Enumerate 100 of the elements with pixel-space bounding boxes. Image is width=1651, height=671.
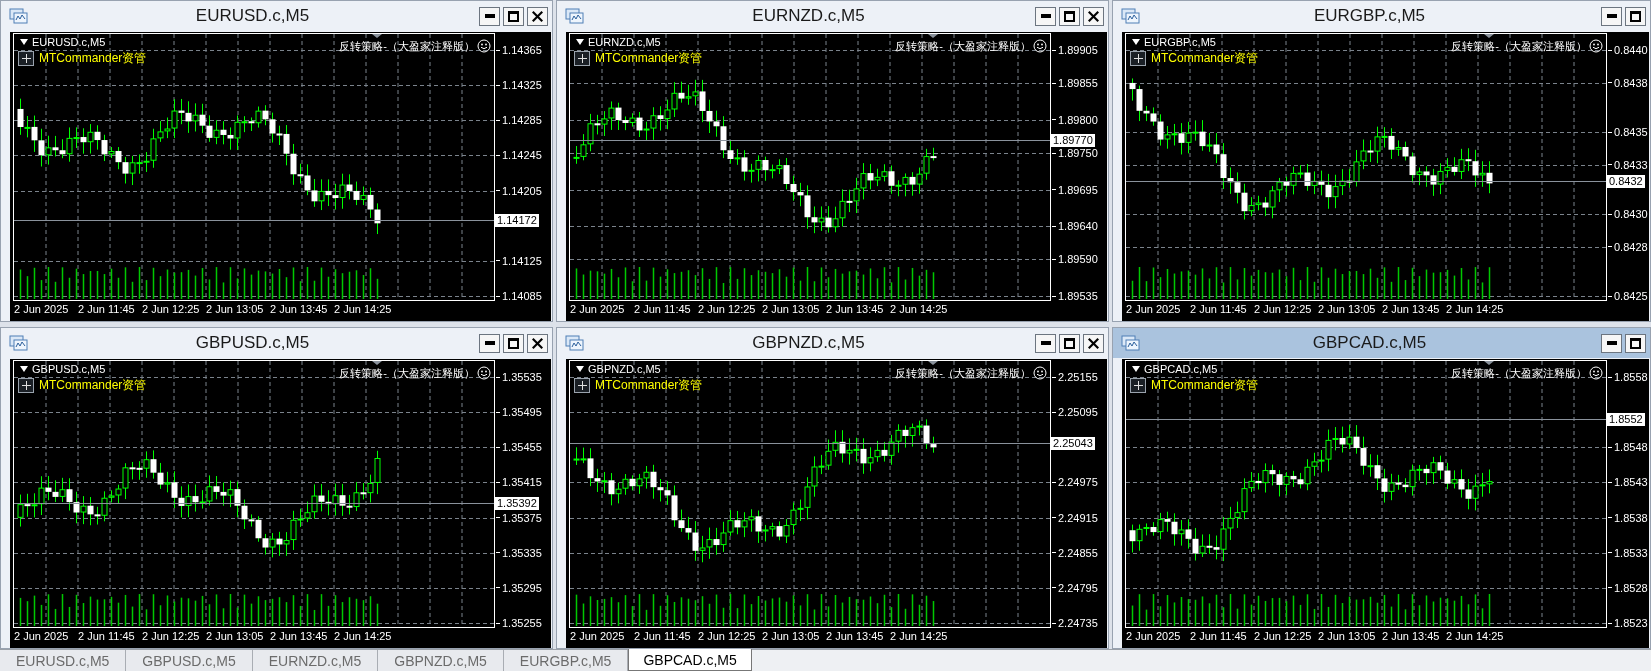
price-label: 0.8438: [1614, 76, 1648, 89]
chart-symbol-label: EURUSD.c,M5: [32, 36, 106, 48]
window-title: GBPUSD.c,M5: [194, 333, 311, 353]
time-label: 2 Jun 13:05: [1318, 629, 1377, 644]
panel-label: MTCommander资管: [1151, 50, 1259, 67]
time-label: 2 Jun 14:25: [334, 302, 393, 317]
window-title: EURUSD.c,M5: [194, 6, 311, 26]
time-label: 2 Jun 12:25: [1254, 629, 1313, 644]
time-label: 2 Jun 14:25: [890, 302, 949, 317]
price-label: 2.24855: [1058, 546, 1098, 559]
chart-tab[interactable]: GBPCAD.c,M5: [628, 649, 752, 671]
chart-tab[interactable]: EURGBP.c,M5: [503, 650, 629, 671]
time-label: 2 Jun 12:25: [1254, 302, 1313, 317]
price-label: 1.89905: [1058, 44, 1098, 56]
chart-tab[interactable]: GBPUSD.c,M5: [126, 650, 253, 671]
price-label: 1.14125: [502, 254, 542, 267]
panel-label: MTCommander资管: [595, 50, 703, 67]
current-price-label: 0.8432: [1607, 175, 1645, 188]
time-label: 2 Jun 13:45: [270, 302, 329, 317]
time-label: 2 Jun 2025: [1126, 302, 1182, 317]
price-label: 1.89695: [1058, 183, 1098, 196]
expert-name: 反转策略-（大盈家注释版）: [895, 366, 1031, 380]
price-label: 1.89800: [1058, 113, 1098, 126]
current-price-label: 1.89770: [1051, 134, 1095, 147]
chart-symbol-label: EURNZD.c,M5: [588, 36, 661, 48]
price-label: 1.35415: [502, 476, 542, 489]
window-title: GBPNZD.c,M5: [751, 333, 866, 353]
time-label: 2 Jun 2025: [14, 302, 70, 317]
time-label: 2 Jun 14:25: [1446, 629, 1505, 644]
chart-tab[interactable]: EURNZD.c,M5: [252, 650, 379, 671]
time-label: 2 Jun 2025: [1126, 629, 1182, 644]
price-label: 1.89640: [1058, 220, 1098, 233]
price-label: 1.35375: [502, 511, 542, 524]
price-label: 1.89750: [1058, 147, 1098, 160]
expert-name: 反转策略-（大盈家注释版）: [1451, 366, 1587, 380]
price-label: 0.8440: [1614, 44, 1648, 56]
time-label: 2 Jun 12:25: [698, 629, 757, 644]
time-label: 2 Jun 2025: [570, 629, 626, 644]
current-price-label: 1.35392: [495, 497, 539, 510]
time-label: 2 Jun 13:05: [206, 302, 265, 317]
time-label: 2 Jun 13:45: [270, 629, 329, 644]
price-label: 1.14365: [502, 44, 542, 56]
time-label: 2 Jun 12:25: [142, 629, 201, 644]
price-label: 1.8523: [1614, 617, 1648, 629]
time-label: 2 Jun 13:05: [206, 629, 265, 644]
window-title: GBPCAD.c,M5: [1311, 333, 1428, 353]
time-label: 2 Jun 11:45: [1190, 302, 1248, 317]
price-label: 1.8528: [1614, 581, 1648, 594]
price-label: 1.35495: [502, 406, 542, 419]
expert-name: 反转策略-（大盈家注释版）: [895, 39, 1031, 53]
expert-name: 反转策略-（大盈家注释版）: [339, 39, 475, 53]
price-label: 1.14085: [502, 290, 542, 302]
expert-name: 反转策略-（大盈家注释版）: [339, 366, 475, 380]
price-label: 1.8538: [1614, 511, 1648, 524]
panel-label: MTCommander资管: [39, 377, 147, 394]
price-label: 2.24975: [1058, 476, 1098, 489]
window-title: EURGBP.c,M5: [1312, 6, 1427, 26]
chart-tab[interactable]: GBPNZD.c,M5: [378, 650, 504, 671]
time-label: 2 Jun 11:45: [634, 629, 692, 644]
price-label: 0.8428: [1614, 240, 1648, 253]
panel-label: MTCommander资管: [39, 50, 147, 67]
price-label: 1.89855: [1058, 77, 1098, 90]
price-label: 1.14285: [502, 114, 542, 127]
price-label: 1.35535: [502, 371, 542, 383]
current-price-label: 1.14172: [495, 214, 539, 227]
price-label: 0.8433: [1614, 158, 1648, 171]
price-label: 2.25155: [1058, 371, 1098, 383]
time-label: 2 Jun 2025: [14, 629, 70, 644]
price-label: 1.8543: [1614, 476, 1648, 489]
window-title: EURNZD.c,M5: [751, 6, 866, 26]
chart-symbol-label: GBPCAD.c,M5: [1144, 363, 1218, 375]
price-label: 0.8425: [1614, 290, 1648, 302]
price-label: 2.24795: [1058, 581, 1098, 594]
time-label: 2 Jun 13:05: [762, 302, 821, 317]
expert-name: 反转策略-（大盈家注释版）: [1451, 39, 1587, 53]
price-label: 1.14325: [502, 79, 542, 92]
time-label: 2 Jun 13:05: [762, 629, 821, 644]
time-label: 2 Jun 14:25: [1446, 302, 1505, 317]
chart-symbol-label: EURGBP.c,M5: [1144, 36, 1216, 48]
time-label: 2 Jun 13:05: [1318, 302, 1377, 317]
time-label: 2 Jun 13:45: [1382, 629, 1441, 644]
chart-symbol-label: GBPUSD.c,M5: [32, 363, 106, 375]
panel-label: MTCommander资管: [595, 377, 703, 394]
price-label: 2.25095: [1058, 406, 1098, 419]
time-label: 2 Jun 12:25: [698, 302, 757, 317]
price-label: 1.14205: [502, 184, 542, 197]
time-label: 2 Jun 14:25: [890, 629, 949, 644]
price-label: 1.35335: [502, 546, 542, 559]
time-label: 2 Jun 13:45: [826, 302, 885, 317]
price-label: 1.8548: [1614, 441, 1648, 454]
time-label: 2 Jun 14:25: [334, 629, 393, 644]
price-label: 0.8435: [1614, 126, 1648, 138]
chart-tab[interactable]: EURUSD.c,M5: [0, 650, 127, 671]
chart-symbol-label: GBPNZD.c,M5: [588, 363, 661, 375]
price-label: 1.14245: [502, 149, 542, 162]
time-label: 2 Jun 11:45: [78, 629, 136, 644]
price-label: 2.24915: [1058, 511, 1098, 524]
time-label: 2 Jun 11:45: [1190, 629, 1248, 644]
price-label: 1.89590: [1058, 253, 1098, 266]
time-label: 2 Jun 12:25: [142, 302, 201, 317]
